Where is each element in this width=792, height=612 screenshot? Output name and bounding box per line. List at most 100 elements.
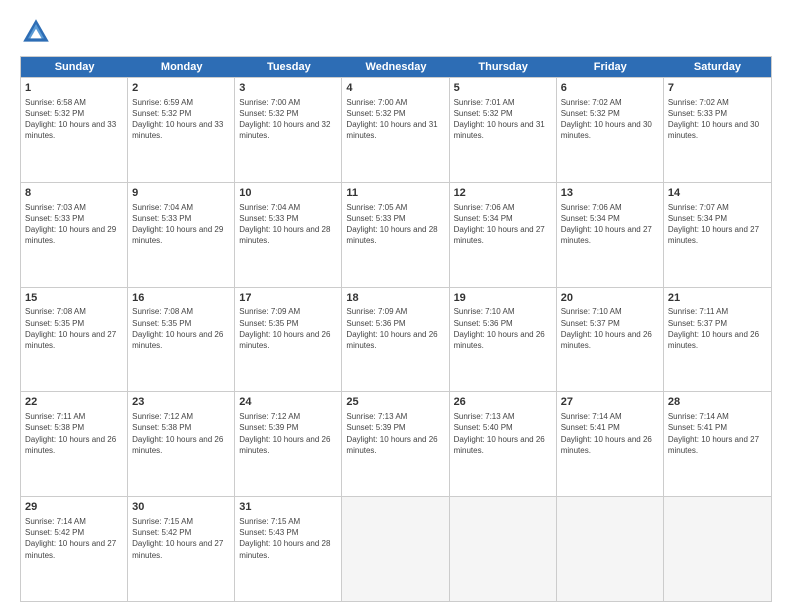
day-cell-1: 1 Sunrise: 6:58 AMSunset: 5:32 PMDayligh… [21, 78, 128, 182]
day-number: 3 [239, 81, 337, 96]
day-number: 20 [561, 291, 659, 306]
day-cell-21: 21 Sunrise: 7:11 AMSunset: 5:37 PMDaylig… [664, 288, 771, 392]
day-cell-4: 4 Sunrise: 7:00 AMSunset: 5:32 PMDayligh… [342, 78, 449, 182]
day-cell-25: 25 Sunrise: 7:13 AMSunset: 5:39 PMDaylig… [342, 392, 449, 496]
day-info: Sunrise: 7:13 AMSunset: 5:40 PMDaylight:… [454, 411, 552, 456]
day-number: 16 [132, 291, 230, 306]
header-day-saturday: Saturday [664, 57, 771, 77]
day-info: Sunrise: 7:15 AMSunset: 5:42 PMDaylight:… [132, 516, 230, 561]
day-cell-30: 30 Sunrise: 7:15 AMSunset: 5:42 PMDaylig… [128, 497, 235, 601]
day-info: Sunrise: 7:02 AMSunset: 5:33 PMDaylight:… [668, 97, 767, 142]
day-cell-14: 14 Sunrise: 7:07 AMSunset: 5:34 PMDaylig… [664, 183, 771, 287]
day-cell-27: 27 Sunrise: 7:14 AMSunset: 5:41 PMDaylig… [557, 392, 664, 496]
day-number: 31 [239, 500, 337, 515]
empty-cell [664, 497, 771, 601]
day-number: 6 [561, 81, 659, 96]
day-info: Sunrise: 7:14 AMSunset: 5:41 PMDaylight:… [668, 411, 767, 456]
day-number: 11 [346, 186, 444, 201]
day-info: Sunrise: 7:09 AMSunset: 5:36 PMDaylight:… [346, 306, 444, 351]
header-day-tuesday: Tuesday [235, 57, 342, 77]
day-cell-2: 2 Sunrise: 6:59 AMSunset: 5:32 PMDayligh… [128, 78, 235, 182]
day-number: 8 [25, 186, 123, 201]
header-day-friday: Friday [557, 57, 664, 77]
day-info: Sunrise: 7:04 AMSunset: 5:33 PMDaylight:… [239, 202, 337, 247]
day-number: 1 [25, 81, 123, 96]
day-cell-6: 6 Sunrise: 7:02 AMSunset: 5:32 PMDayligh… [557, 78, 664, 182]
calendar-row-2: 15 Sunrise: 7:08 AMSunset: 5:35 PMDaylig… [21, 287, 771, 392]
day-number: 29 [25, 500, 123, 515]
header-day-wednesday: Wednesday [342, 57, 449, 77]
day-number: 4 [346, 81, 444, 96]
day-info: Sunrise: 7:00 AMSunset: 5:32 PMDaylight:… [346, 97, 444, 142]
day-cell-11: 11 Sunrise: 7:05 AMSunset: 5:33 PMDaylig… [342, 183, 449, 287]
calendar-row-1: 8 Sunrise: 7:03 AMSunset: 5:33 PMDayligh… [21, 182, 771, 287]
day-number: 10 [239, 186, 337, 201]
empty-cell [557, 497, 664, 601]
day-info: Sunrise: 7:07 AMSunset: 5:34 PMDaylight:… [668, 202, 767, 247]
calendar-body: 1 Sunrise: 6:58 AMSunset: 5:32 PMDayligh… [21, 77, 771, 601]
day-info: Sunrise: 6:59 AMSunset: 5:32 PMDaylight:… [132, 97, 230, 142]
day-info: Sunrise: 7:06 AMSunset: 5:34 PMDaylight:… [454, 202, 552, 247]
day-info: Sunrise: 7:00 AMSunset: 5:32 PMDaylight:… [239, 97, 337, 142]
day-number: 7 [668, 81, 767, 96]
day-cell-26: 26 Sunrise: 7:13 AMSunset: 5:40 PMDaylig… [450, 392, 557, 496]
day-number: 13 [561, 186, 659, 201]
day-cell-18: 18 Sunrise: 7:09 AMSunset: 5:36 PMDaylig… [342, 288, 449, 392]
day-info: Sunrise: 7:02 AMSunset: 5:32 PMDaylight:… [561, 97, 659, 142]
day-number: 18 [346, 291, 444, 306]
day-number: 12 [454, 186, 552, 201]
calendar: SundayMondayTuesdayWednesdayThursdayFrid… [20, 56, 772, 602]
day-info: Sunrise: 7:12 AMSunset: 5:39 PMDaylight:… [239, 411, 337, 456]
day-cell-13: 13 Sunrise: 7:06 AMSunset: 5:34 PMDaylig… [557, 183, 664, 287]
day-info: Sunrise: 6:58 AMSunset: 5:32 PMDaylight:… [25, 97, 123, 142]
day-cell-24: 24 Sunrise: 7:12 AMSunset: 5:39 PMDaylig… [235, 392, 342, 496]
day-cell-10: 10 Sunrise: 7:04 AMSunset: 5:33 PMDaylig… [235, 183, 342, 287]
day-info: Sunrise: 7:13 AMSunset: 5:39 PMDaylight:… [346, 411, 444, 456]
header [20, 16, 772, 48]
day-cell-8: 8 Sunrise: 7:03 AMSunset: 5:33 PMDayligh… [21, 183, 128, 287]
day-cell-17: 17 Sunrise: 7:09 AMSunset: 5:35 PMDaylig… [235, 288, 342, 392]
day-cell-28: 28 Sunrise: 7:14 AMSunset: 5:41 PMDaylig… [664, 392, 771, 496]
day-cell-19: 19 Sunrise: 7:10 AMSunset: 5:36 PMDaylig… [450, 288, 557, 392]
day-info: Sunrise: 7:11 AMSunset: 5:37 PMDaylight:… [668, 306, 767, 351]
day-info: Sunrise: 7:14 AMSunset: 5:41 PMDaylight:… [561, 411, 659, 456]
day-cell-16: 16 Sunrise: 7:08 AMSunset: 5:35 PMDaylig… [128, 288, 235, 392]
day-info: Sunrise: 7:15 AMSunset: 5:43 PMDaylight:… [239, 516, 337, 561]
day-number: 5 [454, 81, 552, 96]
calendar-row-4: 29 Sunrise: 7:14 AMSunset: 5:42 PMDaylig… [21, 496, 771, 601]
day-cell-12: 12 Sunrise: 7:06 AMSunset: 5:34 PMDaylig… [450, 183, 557, 287]
page: SundayMondayTuesdayWednesdayThursdayFrid… [0, 0, 792, 612]
day-info: Sunrise: 7:10 AMSunset: 5:37 PMDaylight:… [561, 306, 659, 351]
header-day-thursday: Thursday [450, 57, 557, 77]
day-number: 30 [132, 500, 230, 515]
calendar-header: SundayMondayTuesdayWednesdayThursdayFrid… [21, 57, 771, 77]
day-info: Sunrise: 7:06 AMSunset: 5:34 PMDaylight:… [561, 202, 659, 247]
empty-cell [342, 497, 449, 601]
day-number: 25 [346, 395, 444, 410]
day-number: 15 [25, 291, 123, 306]
day-number: 9 [132, 186, 230, 201]
day-cell-15: 15 Sunrise: 7:08 AMSunset: 5:35 PMDaylig… [21, 288, 128, 392]
header-day-sunday: Sunday [21, 57, 128, 77]
day-info: Sunrise: 7:14 AMSunset: 5:42 PMDaylight:… [25, 516, 123, 561]
logo [20, 16, 56, 48]
day-info: Sunrise: 7:12 AMSunset: 5:38 PMDaylight:… [132, 411, 230, 456]
day-info: Sunrise: 7:04 AMSunset: 5:33 PMDaylight:… [132, 202, 230, 247]
day-number: 23 [132, 395, 230, 410]
day-info: Sunrise: 7:03 AMSunset: 5:33 PMDaylight:… [25, 202, 123, 247]
calendar-row-3: 22 Sunrise: 7:11 AMSunset: 5:38 PMDaylig… [21, 391, 771, 496]
day-info: Sunrise: 7:08 AMSunset: 5:35 PMDaylight:… [25, 306, 123, 351]
calendar-row-0: 1 Sunrise: 6:58 AMSunset: 5:32 PMDayligh… [21, 77, 771, 182]
day-cell-31: 31 Sunrise: 7:15 AMSunset: 5:43 PMDaylig… [235, 497, 342, 601]
day-number: 17 [239, 291, 337, 306]
day-number: 26 [454, 395, 552, 410]
day-number: 27 [561, 395, 659, 410]
day-number: 2 [132, 81, 230, 96]
logo-icon [20, 16, 52, 48]
day-info: Sunrise: 7:09 AMSunset: 5:35 PMDaylight:… [239, 306, 337, 351]
header-day-monday: Monday [128, 57, 235, 77]
day-cell-5: 5 Sunrise: 7:01 AMSunset: 5:32 PMDayligh… [450, 78, 557, 182]
day-cell-22: 22 Sunrise: 7:11 AMSunset: 5:38 PMDaylig… [21, 392, 128, 496]
day-info: Sunrise: 7:05 AMSunset: 5:33 PMDaylight:… [346, 202, 444, 247]
empty-cell [450, 497, 557, 601]
